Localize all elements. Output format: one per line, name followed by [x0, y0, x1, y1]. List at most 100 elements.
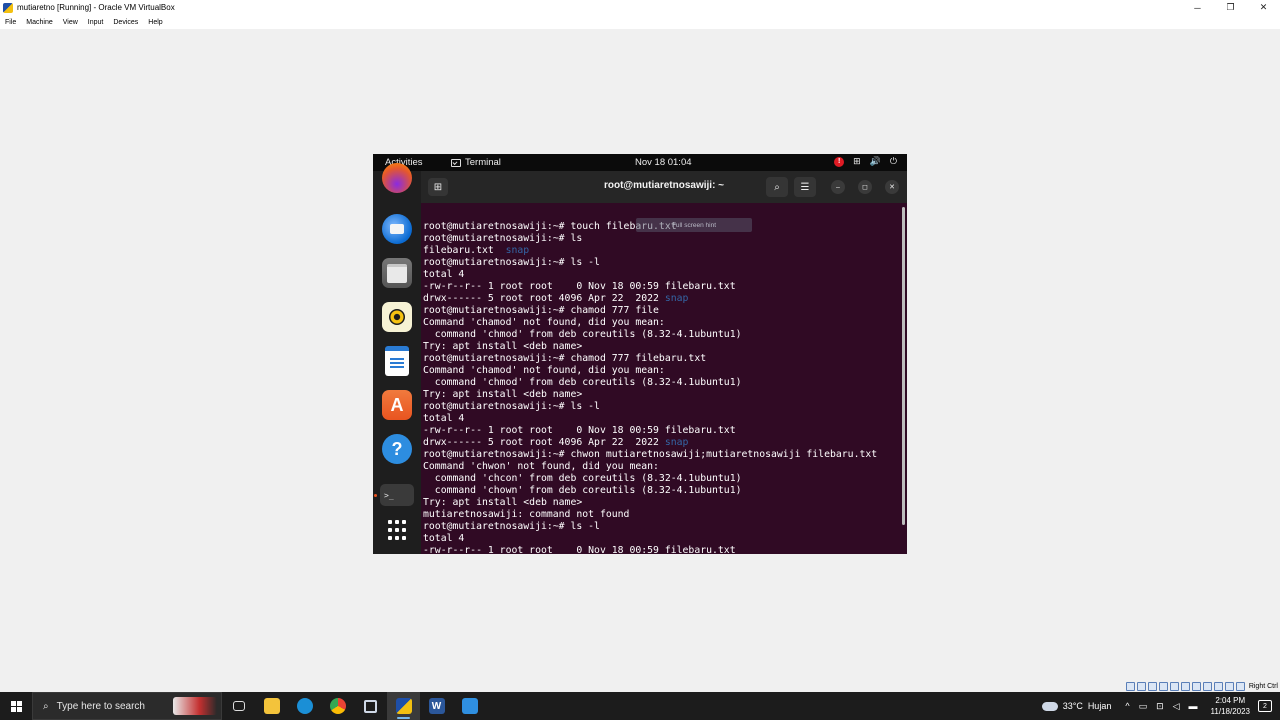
system-tray[interactable]: ! ⊞ 🔊 ⏻ [834, 156, 897, 167]
chevron-up-icon[interactable]: ^ [1125, 701, 1129, 711]
maximize-button[interactable]: ❐ [1214, 0, 1247, 15]
task-view-icon[interactable] [222, 692, 255, 720]
terminal-text: Command 'chwon' not found, did you mean: [423, 461, 659, 472]
terminal-line: root@mutiaretnosawiji:~# ls -l [423, 521, 899, 533]
menu-machine[interactable]: Machine [26, 19, 52, 26]
thunderbird-icon[interactable] [382, 214, 412, 244]
clock[interactable]: Nov 18 01:04 [635, 157, 692, 168]
fullscreen-hint: Full screen hint [636, 218, 752, 232]
terminal-text: root@mutiaretnosawiji:~# ls -l [423, 521, 600, 532]
menu-devices[interactable]: Devices [113, 19, 138, 26]
menu-help[interactable]: Help [148, 19, 162, 26]
virtualbox-taskbar-icon[interactable] [387, 692, 420, 720]
close-button[interactable]: ✕ [1247, 0, 1280, 15]
harddisk-icon[interactable] [1125, 681, 1135, 691]
wifi-icon[interactable]: ⊡ [1156, 701, 1164, 712]
network-icon[interactable]: ⊞ [853, 156, 861, 167]
edge-icon[interactable] [288, 692, 321, 720]
app-menu[interactable]: Terminal [451, 157, 501, 168]
terminal-minimize-button[interactable]: – [831, 180, 845, 194]
files-icon[interactable] [382, 258, 412, 288]
terminal-text: Command 'chamod' not found, did you mean… [423, 365, 665, 376]
terminal-text: root@mutiaretnosawiji:~# ls [423, 233, 583, 244]
terminal-line: total 4 [423, 413, 899, 425]
terminal-maximize-button[interactable]: ◻ [858, 180, 872, 194]
cpu-icon[interactable] [1213, 681, 1223, 691]
terminal-text: -rw-r--r-- 1 root root 0 Nov 18 00:59 fi… [423, 545, 736, 554]
recording-icon[interactable] [1202, 681, 1212, 691]
volume-icon[interactable]: 🔊 [870, 156, 881, 167]
window-title: mutiaretno [Running] - Oracle VM Virtual… [17, 3, 175, 12]
terminal-icon [451, 158, 461, 167]
terminal-text: Try: apt install <deb name> [423, 497, 583, 508]
menu-input[interactable]: Input [88, 19, 104, 26]
alert-icon[interactable]: ! [834, 156, 845, 167]
terminal-line: command 'chmod' from deb coreutils (8.32… [423, 329, 899, 341]
menu-file[interactable]: File [5, 19, 16, 26]
terminal-dock-icon[interactable]: >_ [380, 484, 414, 506]
terminal-line: root@mutiaretnosawiji:~# ls -l [423, 257, 899, 269]
vm-screen[interactable]: Activities Terminal Nov 18 01:04 ! ⊞ 🔊 ⏻… [373, 154, 907, 554]
terminal-close-button[interactable]: ✕ [885, 180, 899, 194]
weather-desc: Hujan [1087, 701, 1112, 711]
software-icon[interactable]: A [382, 390, 412, 420]
terminal-text: root@mutiaretnosawiji:~# chamod 777 file… [423, 353, 707, 364]
directory-name: snap [664, 437, 689, 448]
terminal-line: Try: apt install <deb name> [423, 341, 899, 353]
directory-name: snap [664, 293, 689, 304]
help-icon[interactable]: ? [382, 434, 412, 464]
terminal-scrollbar[interactable] [902, 207, 905, 525]
search-placeholder: Type here to search [56, 700, 145, 712]
terminal-text: command 'chmod' from deb coreutils (8.32… [423, 329, 742, 340]
terminal-window[interactable]: ⊞ root@mutiaretnosawiji: ~ ⌕ ☰ – ◻ ✕ roo… [421, 171, 907, 554]
terminal-line: total 4 [423, 269, 899, 281]
display-icon[interactable] [1191, 681, 1201, 691]
terminal-output[interactable]: root@mutiaretnosawiji:~# touch filebaru.… [423, 203, 899, 554]
terminal-text: command 'chcon' from deb coreutils (8.32… [423, 473, 742, 484]
cube-app-icon[interactable] [354, 692, 387, 720]
virtualbox-menubar: File Machine View Input Devices Help [0, 15, 1280, 29]
battery-icon[interactable]: ▬ [1189, 701, 1198, 711]
taskbar-time: 2:04 PM [1215, 696, 1246, 705]
file-explorer-icon[interactable] [255, 692, 288, 720]
terminal-line: -rw-r--r-- 1 root root 0 Nov 18 00:59 fi… [423, 281, 899, 293]
minimize-button[interactable]: ─ [1181, 0, 1214, 15]
terminal-text: drwx------ 5 root root 4096 Apr 22 2022 [423, 437, 665, 448]
speaker-icon[interactable]: ◁ [1173, 701, 1180, 712]
firefox-icon[interactable] [382, 163, 412, 193]
weather-temp: 33°C [1062, 701, 1083, 711]
terminal-line: drwx------ 5 root root 4096 Apr 22 2022 … [423, 293, 899, 305]
terminal-line: total 4 [423, 533, 899, 545]
writer-icon[interactable] [385, 346, 409, 376]
search-icon[interactable]: ⌕ [766, 177, 788, 197]
mouse-integration-icon[interactable] [1224, 681, 1234, 691]
window-titlebar: mutiaretno [Running] - Oracle VM Virtual… [0, 0, 1280, 15]
search-icon: ⌕ [43, 700, 49, 712]
terminal-line: Command 'chamod' not found, did you mean… [423, 317, 899, 329]
shared-folders-icon[interactable] [1180, 681, 1190, 691]
word-icon[interactable]: W [420, 692, 453, 720]
network-adapter-icon[interactable] [1158, 681, 1168, 691]
notification-icon[interactable]: 2 [1258, 700, 1272, 712]
power-icon[interactable]: ⏻ [890, 156, 897, 167]
chrome-icon[interactable] [321, 692, 354, 720]
terminal-headerbar: ⊞ root@mutiaretnosawiji: ~ ⌕ ☰ – ◻ ✕ [421, 171, 907, 203]
weather-widget[interactable]: 33°C Hujan [1041, 701, 1112, 711]
optical-drive-icon[interactable] [1136, 681, 1146, 691]
usb-icon[interactable] [1169, 681, 1179, 691]
terminal-text: root@mutiaretnosawiji:~# chwon mutiaretn… [423, 449, 878, 460]
terminal-text: command 'chown' from deb coreutils (8.32… [423, 485, 742, 496]
menu-view[interactable]: View [63, 19, 78, 26]
taskbar-clock[interactable]: 2:04 PM 11/18/2023 [1211, 695, 1250, 717]
show-apps-icon[interactable] [382, 515, 412, 545]
rhythmbox-icon[interactable] [382, 302, 412, 332]
keyboard-icon[interactable] [1235, 681, 1245, 691]
terminal-text: filebaru.txt [423, 245, 506, 256]
paint-icon[interactable] [453, 692, 486, 720]
terminal-line: mutiaretnosawiji: command not found [423, 509, 899, 521]
start-button[interactable] [0, 692, 32, 720]
display-tray-icon[interactable]: ▭ [1139, 701, 1148, 712]
hamburger-menu-icon[interactable]: ☰ [794, 177, 816, 197]
audio-icon[interactable] [1147, 681, 1157, 691]
taskbar-search[interactable]: ⌕ Type here to search [32, 692, 222, 720]
